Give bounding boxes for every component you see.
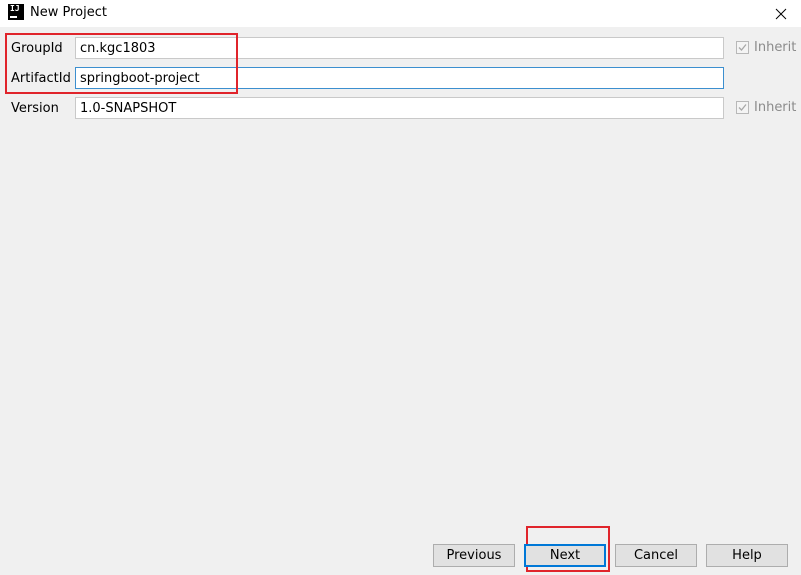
group-id-row: GroupId Inherit [0,37,801,61]
artifact-id-label: ArtifactId [11,71,71,86]
next-button[interactable]: Next [524,544,606,567]
previous-button[interactable]: Previous [433,544,515,567]
version-inherit[interactable]: Inherit [736,100,796,115]
version-inherit-checkbox[interactable] [736,101,749,114]
checkmark-icon [738,44,747,51]
window-title: New Project [30,5,107,20]
version-label: Version [11,101,59,116]
version-row: Version Inherit [0,97,801,121]
version-inherit-label: Inherit [754,100,797,115]
title-bar: IJ New Project [0,0,801,27]
group-id-inherit[interactable]: Inherit [736,40,796,55]
checkmark-icon [738,104,747,111]
cancel-button[interactable]: Cancel [615,544,697,567]
intellij-idea-icon: IJ [8,4,24,20]
close-icon [775,8,787,19]
app-icon-text: IJ [10,4,20,13]
group-id-input[interactable] [75,37,724,59]
artifact-id-input[interactable] [75,67,724,89]
group-id-label: GroupId [11,41,63,56]
version-input[interactable] [75,97,724,119]
close-button[interactable] [761,0,801,27]
new-project-dialog: IJ New Project GroupId Inherit ArtifactI… [0,0,801,575]
group-id-inherit-label: Inherit [754,40,797,55]
group-id-inherit-checkbox[interactable] [736,41,749,54]
artifact-id-row: ArtifactId [0,67,801,91]
help-button[interactable]: Help [706,544,788,567]
